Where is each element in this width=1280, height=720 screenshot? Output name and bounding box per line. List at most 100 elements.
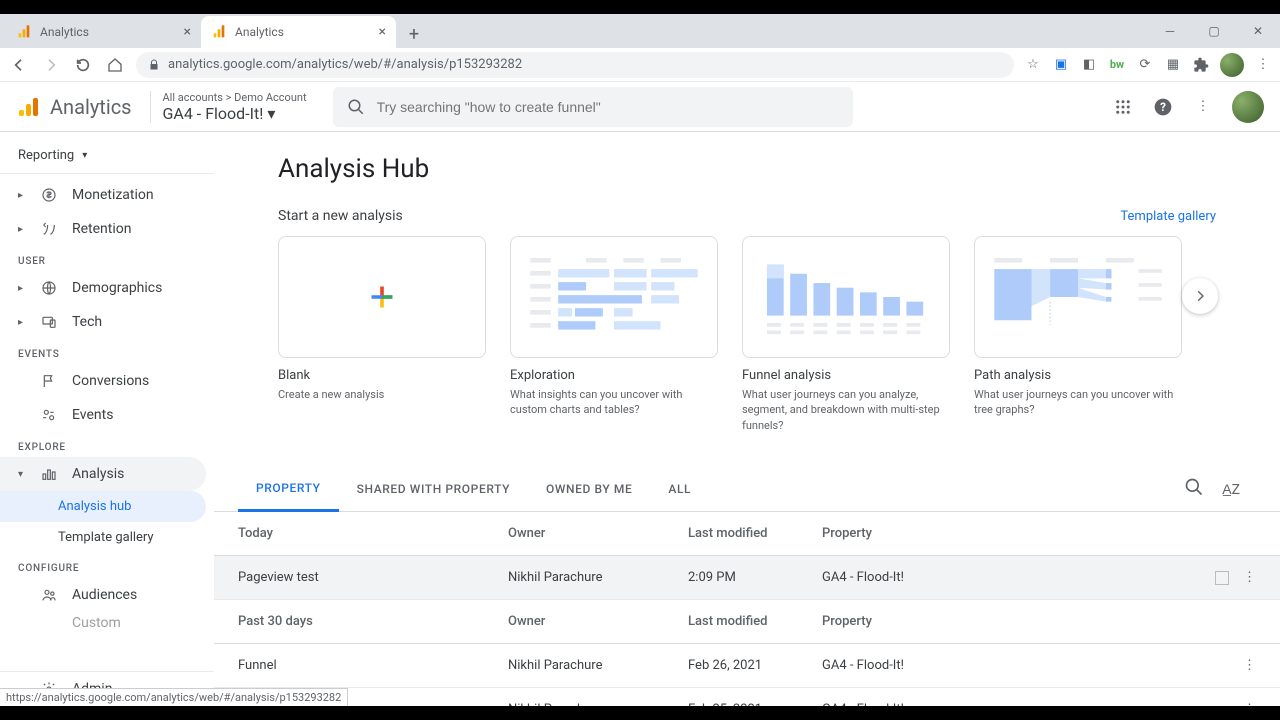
- more-icon[interactable]: ⋮: [1192, 96, 1214, 118]
- apps-icon[interactable]: [1112, 96, 1134, 118]
- flag-icon: [40, 372, 58, 390]
- ext-icon[interactable]: ▣: [1052, 56, 1070, 74]
- help-icon[interactable]: ?: [1152, 96, 1174, 118]
- forward-button[interactable]: [40, 54, 62, 76]
- dollar-icon: [40, 186, 58, 204]
- plus-icon: [368, 283, 396, 311]
- tab-owned[interactable]: OWNED BY ME: [528, 468, 650, 510]
- browser-menu-icon[interactable]: ⋮: [1254, 56, 1272, 74]
- search-bar[interactable]: [333, 87, 853, 127]
- app-header: Analytics All accounts > Demo Account GA…: [0, 82, 1280, 132]
- lock-icon: [148, 59, 160, 71]
- extensions-icon[interactable]: [1192, 56, 1210, 74]
- analytics-logo[interactable]: Analytics: [16, 95, 132, 119]
- sidebar-sub-analysis-hub[interactable]: Analysis hub: [0, 491, 206, 522]
- sidebar-item-events[interactable]: ▸ Events: [0, 398, 206, 432]
- row-owner: Nikhil Parachure: [508, 658, 688, 673]
- window-minimize-button[interactable]: ─: [1148, 14, 1192, 48]
- sidebar-section-explore: EXPLORE: [0, 432, 214, 457]
- chevron-right-icon: ▸: [18, 224, 26, 235]
- reporting-mode-label: Reporting: [18, 148, 74, 163]
- ga-favicon-icon: [16, 24, 32, 40]
- ga-favicon-icon: [211, 24, 227, 40]
- sidebar-item-tech[interactable]: ▸ Tech: [0, 305, 206, 339]
- browser-toolbar: analytics.google.com/analytics/web/#/ana…: [0, 48, 1280, 82]
- sidebar-item-analysis[interactable]: ▾ Analysis: [0, 457, 206, 491]
- card-funnel[interactable]: Funnel analysis What user journeys can y…: [742, 236, 950, 433]
- custom-icon: [40, 614, 58, 632]
- sidebar-item-conversions[interactable]: ▸ Conversions: [0, 364, 206, 398]
- browser-profile-avatar[interactable]: [1220, 53, 1244, 77]
- browser-tab[interactable]: Analytics ×: [6, 16, 201, 48]
- address-bar[interactable]: analytics.google.com/analytics/web/#/ana…: [136, 52, 1014, 78]
- ext-icon[interactable]: ◧: [1080, 56, 1098, 74]
- tab-all[interactable]: ALL: [650, 468, 709, 510]
- table-row[interactable]: Untitled Analysis Nikhil Parachure Feb 2…: [214, 688, 1280, 706]
- card-blank[interactable]: Blank Create a new analysis: [278, 236, 486, 433]
- card-description: What user journeys can you analyze, segm…: [742, 387, 950, 433]
- ext-icon[interactable]: ▦: [1164, 56, 1182, 74]
- card-path[interactable]: Path analysis What user journeys can you…: [974, 236, 1182, 433]
- sidebar-item-label: Custom: [72, 615, 121, 631]
- reporting-dropdown[interactable]: Reporting ▾: [0, 142, 214, 169]
- row-menu-icon[interactable]: ⋮: [1243, 658, 1256, 673]
- url-text: analytics.google.com/analytics/web/#/ana…: [168, 57, 522, 72]
- sidebar-item-label: Monetization: [72, 187, 154, 203]
- sidebar-section-user: USER: [0, 246, 214, 271]
- sidebar-item-monetization[interactable]: ▸ Monetization: [0, 178, 206, 212]
- table-header: Today Owner Last modified Property: [214, 512, 1280, 556]
- sidebar-item-label: Analysis: [72, 466, 124, 482]
- home-button[interactable]: [104, 54, 126, 76]
- sidebar-sub-template-gallery[interactable]: Template gallery: [0, 522, 206, 553]
- back-button[interactable]: [8, 54, 30, 76]
- reload-button[interactable]: [72, 54, 94, 76]
- sidebar-item-custom[interactable]: ▸ Custom: [0, 612, 206, 632]
- col-owner: Owner: [508, 614, 688, 629]
- analysis-icon: [40, 465, 58, 483]
- table-search-icon[interactable]: [1184, 477, 1204, 501]
- sort-icon[interactable]: A̲Z: [1222, 481, 1240, 498]
- extension-area: ☆ ▣ ◧ bw ⟳ ▦ ⋮: [1024, 53, 1272, 77]
- card-exploration[interactable]: Exploration What insights can you uncove…: [510, 236, 718, 433]
- share-icon[interactable]: [1215, 571, 1229, 585]
- card-description: What insights can you uncover with custo…: [510, 387, 718, 418]
- row-owner: Nikhil Parachure: [508, 570, 688, 585]
- tab-close-icon[interactable]: ×: [379, 24, 386, 40]
- globe-icon: [40, 279, 58, 297]
- window-close-button[interactable]: ✕: [1236, 14, 1280, 48]
- row-property: GA4 - Flood-It!: [822, 702, 1196, 706]
- table-row[interactable]: Funnel Nikhil Parachure Feb 26, 2021 GA4…: [214, 644, 1280, 688]
- dropdown-icon: ▾: [267, 104, 275, 123]
- sidebar-item-audiences[interactable]: ▸ Audiences: [0, 578, 206, 612]
- row-menu-icon[interactable]: ⋮: [1243, 570, 1256, 585]
- analytics-logo-icon: [16, 95, 40, 119]
- col-name: Past 30 days: [238, 614, 508, 629]
- sidebar-item-retention[interactable]: ▸ Retention: [0, 212, 206, 246]
- ext-icon[interactable]: ⟳: [1136, 56, 1154, 74]
- row-menu-icon[interactable]: ⋮: [1243, 702, 1256, 706]
- page-title: Analysis Hub: [278, 154, 1216, 184]
- chevron-right-icon: ▸: [18, 317, 26, 328]
- new-tab-button[interactable]: +: [400, 20, 428, 48]
- browser-tab-active[interactable]: Analytics ×: [201, 16, 396, 48]
- path-thumbnail-icon: [975, 237, 1181, 357]
- ext-icon[interactable]: bw: [1108, 56, 1126, 74]
- tab-close-icon[interactable]: ×: [184, 24, 191, 40]
- search-input[interactable]: [377, 99, 839, 115]
- sidebar-item-label: Audiences: [72, 587, 137, 603]
- card-title: Exploration: [510, 368, 718, 383]
- star-icon[interactable]: ☆: [1024, 56, 1042, 74]
- sidebar-item-demographics[interactable]: ▸ Demographics: [0, 271, 206, 305]
- window-maximize-button[interactable]: ▢: [1192, 14, 1236, 48]
- carousel-next-button[interactable]: [1182, 278, 1218, 314]
- tab-property[interactable]: PROPERTY: [238, 467, 339, 512]
- user-avatar[interactable]: [1232, 91, 1264, 123]
- retention-icon: [40, 220, 58, 238]
- tab-shared[interactable]: SHARED WITH PROPERTY: [339, 468, 528, 510]
- account-switcher[interactable]: All accounts > Demo Account GA4 - Flood-…: [150, 91, 307, 123]
- template-gallery-link[interactable]: Template gallery: [1120, 209, 1216, 224]
- table-row[interactable]: Pageview test Nikhil Parachure 2:09 PM G…: [214, 556, 1280, 600]
- events-icon: [40, 406, 58, 424]
- exploration-thumbnail-icon: [511, 237, 717, 357]
- tab-title: Analytics: [40, 25, 176, 39]
